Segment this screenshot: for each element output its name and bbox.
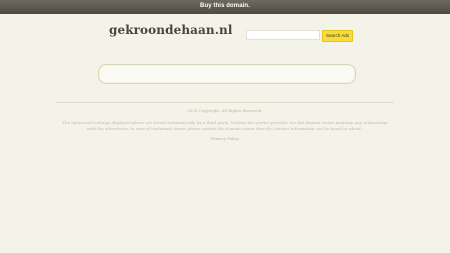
- ads-search-input[interactable]: [246, 30, 320, 40]
- main-search-input[interactable]: [98, 64, 356, 84]
- disclaimer-text: The Sponsored Listings displayed above a…: [62, 120, 388, 131]
- privacy-policy-link[interactable]: Privacy Policy: [0, 136, 450, 141]
- footer-divider: [56, 102, 394, 103]
- copyright-text: 2025 Copyright. All Rights Reserved.: [187, 108, 263, 113]
- domain-title: gekroondehaan.nl: [109, 23, 233, 37]
- buy-domain-banner[interactable]: Buy this domain.: [0, 0, 450, 14]
- search-ads-button[interactable]: Search Ads: [322, 30, 353, 42]
